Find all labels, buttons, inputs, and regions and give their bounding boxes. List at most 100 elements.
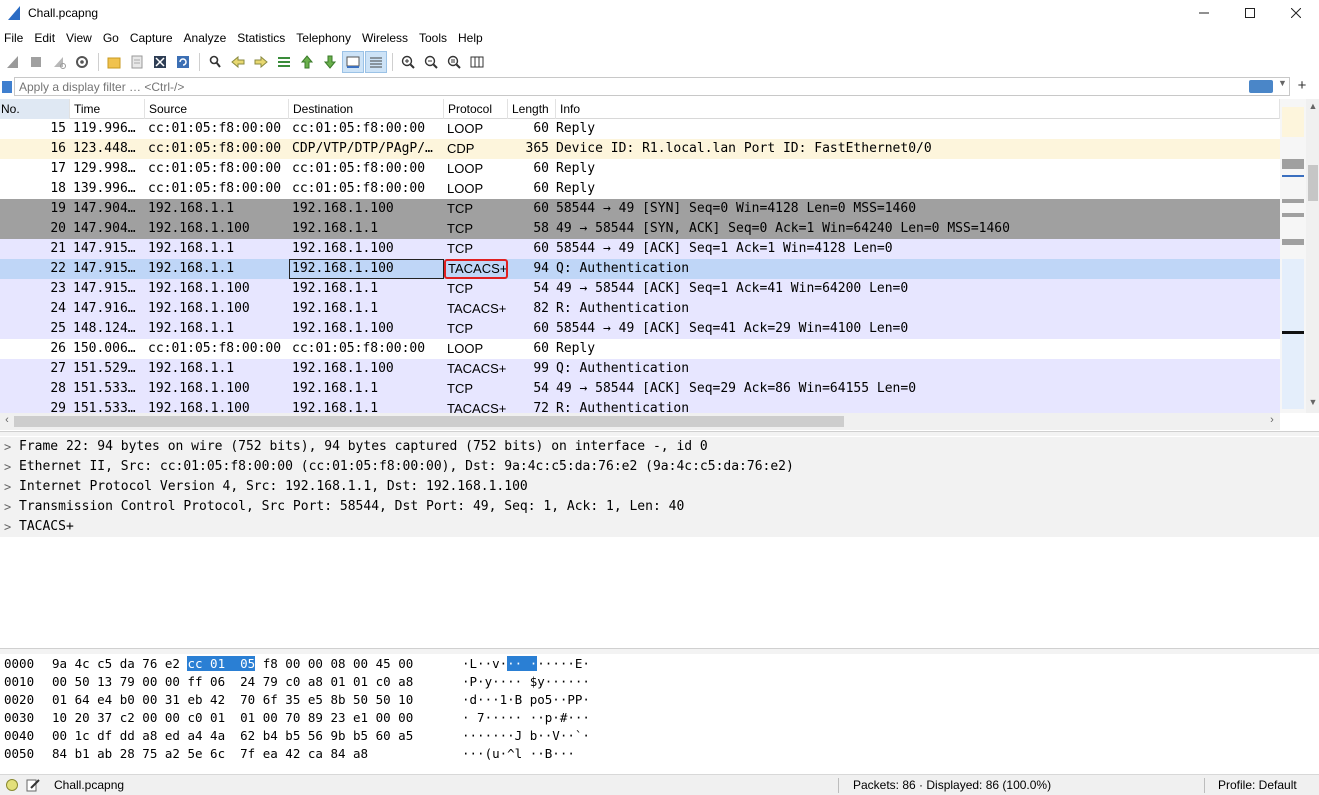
packet-list[interactable]: No. Time Source Destination Protocol Len…: [0, 99, 1280, 413]
column-header-time[interactable]: Time: [70, 99, 145, 119]
zoom-in-button[interactable]: [397, 51, 419, 73]
chevron-right-icon[interactable]: >: [4, 437, 19, 457]
edit-comment-icon[interactable]: [26, 778, 40, 792]
packet-bytes[interactable]: 0000 9a 4c c5 da 76 e2 cc 01 05 f8 00 00…: [0, 655, 1319, 771]
packet-row[interactable]: 26 150.006… cc:01:05:f8:00:00 cc:01:05:f8:0…: [0, 339, 1280, 359]
bytes-hex[interactable]: 00 1c df dd a8 ed a4 4a 62 b4 b5 56 9b b…: [52, 727, 462, 745]
bytes-ascii[interactable]: ·d···1·B po5··PP·: [462, 691, 662, 709]
menu-telephony[interactable]: Telephony: [291, 28, 356, 48]
chevron-right-icon[interactable]: >: [4, 477, 19, 497]
open-file-button[interactable]: [103, 51, 125, 73]
go-last-packet-button[interactable]: [319, 51, 341, 73]
packet-row-selected[interactable]: 22 147.915… 192.168.1.1 192.168.1.100 TACACS…: [0, 259, 1280, 279]
packet-row[interactable]: 20 147.904… 192.168.1.100 192.168.1.1 TCP 58 4…: [0, 219, 1280, 239]
go-first-packet-button[interactable]: [296, 51, 318, 73]
bytes-hex[interactable]: 00 50 13 79 00 00 ff 06 24 79 c0 a8 01 0…: [52, 673, 462, 691]
packet-row[interactable]: 17 129.998… cc:01:05:f8:00:00 cc:01:05:f8:0…: [0, 159, 1280, 179]
chevron-right-icon[interactable]: >: [4, 517, 19, 537]
packet-list-horizontal-scrollbar[interactable]: ‹ ›: [0, 413, 1280, 430]
add-filter-button-plus-icon[interactable]: +: [1295, 77, 1309, 95]
packet-row[interactable]: 19 147.904… 192.168.1.1 192.168.1.100 TCP 60 5…: [0, 199, 1280, 219]
bytes-hex[interactable]: 01 64 e4 b0 00 31 eb 42 70 6f 35 e5 8b 5…: [52, 691, 462, 709]
bytes-hex[interactable]: 10 20 37 c2 00 00 c0 01 01 00 70 89 23 e…: [52, 709, 462, 727]
go-to-packet-button[interactable]: [273, 51, 295, 73]
pane-splitter[interactable]: [0, 648, 1319, 654]
bytes-row[interactable]: 0030 10 20 37 c2 00 00 c0 01 01 00 70 89 …: [0, 709, 1319, 727]
stop-capture-button[interactable]: [25, 51, 47, 73]
scroll-down-chevron-icon[interactable]: ▼: [1307, 397, 1319, 409]
auto-scroll-button[interactable]: [342, 51, 364, 73]
menu-capture[interactable]: Capture: [125, 28, 178, 48]
chevron-right-icon[interactable]: >: [4, 497, 19, 517]
packet-row[interactable]: 29 151.533… 192.168.1.100 192.168.1.1 TACACS…: [0, 399, 1280, 413]
vertical-scroll-thumb[interactable]: [1308, 165, 1318, 201]
bookmark-icon[interactable]: [2, 81, 12, 93]
menu-view[interactable]: View: [61, 28, 97, 48]
bytes-row[interactable]: 0050 84 b1 ab 28 75 a2 5e 6c 7f ea 42 ca …: [0, 745, 1319, 763]
bytes-ascii[interactable]: ·······J b··V··`·: [462, 727, 662, 745]
menu-tools[interactable]: Tools: [414, 28, 452, 48]
filter-history-chevron-down-icon[interactable]: ▼: [1278, 78, 1288, 94]
horizontal-scroll-thumb[interactable]: [14, 416, 844, 427]
packet-row[interactable]: 28 151.533… 192.168.1.100 192.168.1.1 TCP 54 4…: [0, 379, 1280, 399]
save-file-button[interactable]: [126, 51, 148, 73]
detail-row-ethernet[interactable]: > Ethernet II, Src: cc:01:05:f8:00:00 (cc…: [0, 457, 1319, 477]
reload-file-button[interactable]: [172, 51, 194, 73]
close-file-button[interactable]: [149, 51, 171, 73]
packet-row[interactable]: 24 147.916… 192.168.1.100 192.168.1.1 TACACS…: [0, 299, 1280, 319]
column-header-no[interactable]: No.: [0, 99, 70, 119]
menu-statistics[interactable]: Statistics: [232, 28, 290, 48]
menu-file[interactable]: File: [0, 28, 28, 48]
bytes-row[interactable]: 0000 9a 4c c5 da 76 e2 cc 01 05 f8 00 00…: [0, 655, 1319, 673]
find-packet-button[interactable]: [204, 51, 226, 73]
bytes-row[interactable]: 0040 00 1c df dd a8 ed a4 4a 62 b4 b5 56 …: [0, 727, 1319, 745]
menu-help[interactable]: Help: [453, 28, 488, 48]
display-filter-input[interactable]: [14, 77, 1290, 96]
resize-columns-button[interactable]: [466, 51, 488, 73]
start-capture-button[interactable]: [2, 51, 24, 73]
menu-analyze[interactable]: Analyze: [179, 28, 232, 48]
colorize-button[interactable]: [365, 51, 387, 73]
status-profile[interactable]: Profile: Default: [1218, 778, 1297, 792]
packet-row[interactable]: 25 148.124… 192.168.1.1 192.168.1.100 TCP 60 5…: [0, 319, 1280, 339]
packet-list-vertical-scrollbar[interactable]: ▲ ▼: [1280, 99, 1319, 413]
go-back-button[interactable]: [227, 51, 249, 73]
column-header-length[interactable]: Length: [508, 99, 556, 119]
column-header-destination[interactable]: Destination: [289, 99, 444, 119]
bytes-ascii[interactable]: ·P·y···· $y······: [462, 673, 662, 691]
minimize-button[interactable]: [1181, 0, 1227, 26]
scroll-up-chevron-icon[interactable]: ▲: [1307, 101, 1319, 113]
menu-edit[interactable]: Edit: [29, 28, 60, 48]
pane-splitter[interactable]: [0, 431, 1319, 436]
menu-go[interactable]: Go: [98, 28, 124, 48]
scroll-right-chevron-icon[interactable]: ›: [1266, 414, 1278, 428]
normal-size-button[interactable]: [443, 51, 465, 73]
packet-row[interactable]: 27 151.529… 192.168.1.1 192.168.1.100 TACACS…: [0, 359, 1280, 379]
packet-row[interactable]: 16 123.448… cc:01:05:f8:00:00 CDP/VTP/DTP/P…: [0, 139, 1280, 159]
close-button[interactable]: [1273, 0, 1319, 26]
packet-details[interactable]: > Frame 22: 94 bytes on wire (752 bits), …: [0, 437, 1319, 647]
detail-row-frame[interactable]: > Frame 22: 94 bytes on wire (752 bits), …: [0, 437, 1319, 457]
bytes-hex[interactable]: 9a 4c c5 da 76 e2 cc 01 05 f8 00 00 08 0…: [52, 655, 462, 673]
detail-row-tacacs[interactable]: > TACACS+: [0, 517, 1319, 537]
packet-minimap[interactable]: [1280, 99, 1306, 413]
bytes-ascii[interactable]: · 7····· ··p·#···: [462, 709, 662, 727]
scroll-left-chevron-icon[interactable]: ‹: [1, 414, 13, 428]
detail-row-ipv4[interactable]: > Internet Protocol Version 4, Src: 192.1…: [0, 477, 1319, 497]
maximize-button[interactable]: [1227, 0, 1273, 26]
column-header-source[interactable]: Source: [145, 99, 289, 119]
bytes-ascii[interactable]: ···(u·^l ··B···: [462, 745, 662, 763]
bytes-hex[interactable]: 84 b1 ab 28 75 a2 5e 6c 7f ea 42 ca 84 a…: [52, 745, 462, 763]
go-forward-button[interactable]: [250, 51, 272, 73]
detail-row-tcp[interactable]: > Transmission Control Protocol, Src Port…: [0, 497, 1319, 517]
column-header-info[interactable]: Info: [556, 99, 1280, 119]
bytes-row[interactable]: 0020 01 64 e4 b0 00 31 eb 42 70 6f 35 e5 …: [0, 691, 1319, 709]
column-header-protocol[interactable]: Protocol: [444, 99, 508, 119]
apply-filter-arrow-icon[interactable]: [1249, 80, 1273, 93]
chevron-right-icon[interactable]: >: [4, 457, 19, 477]
packet-row[interactable]: 18 139.996… cc:01:05:f8:00:00 cc:01:05:f8:0…: [0, 179, 1280, 199]
zoom-out-button[interactable]: [420, 51, 442, 73]
packet-row[interactable]: 23 147.915… 192.168.1.100 192.168.1.1 TCP 54 4…: [0, 279, 1280, 299]
capture-options-button[interactable]: [71, 51, 93, 73]
restart-capture-button[interactable]: [48, 51, 70, 73]
